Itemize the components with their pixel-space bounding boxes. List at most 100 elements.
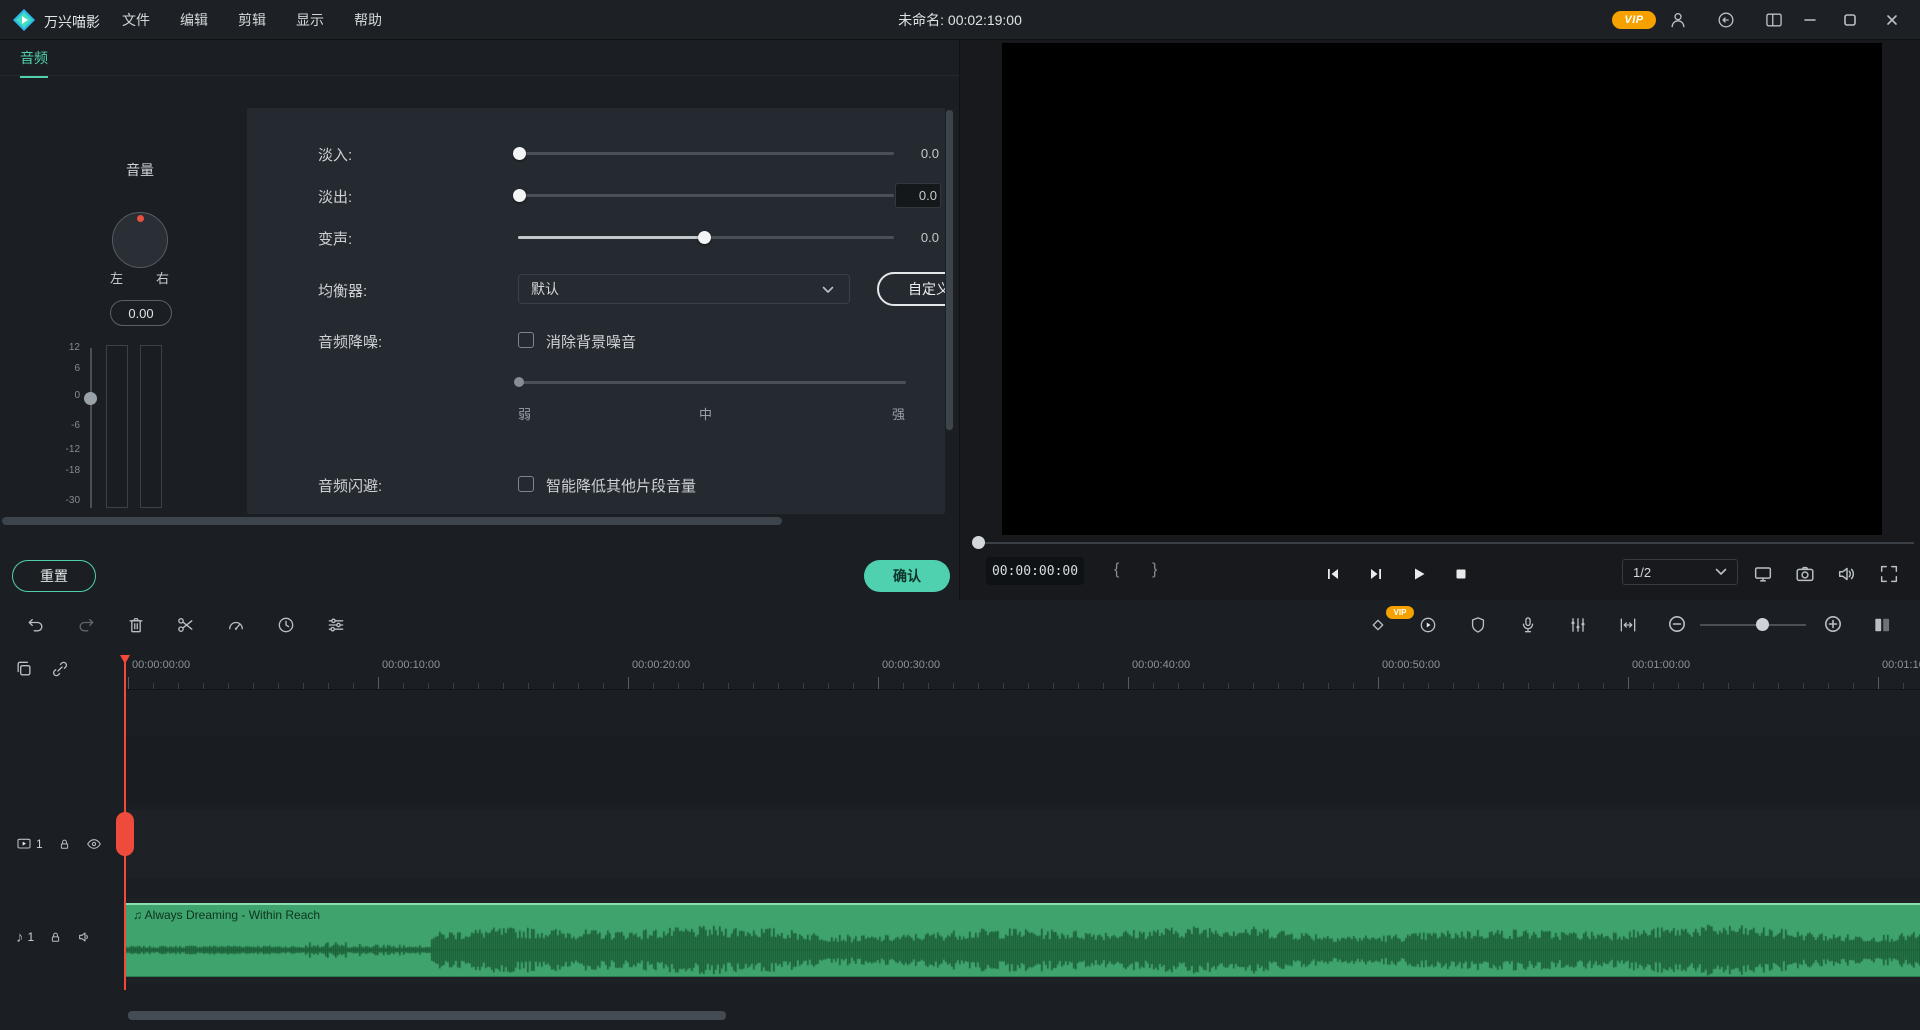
- speaker-icon[interactable]: [1836, 563, 1858, 585]
- zoom-out-icon[interactable]: [1668, 615, 1686, 633]
- volume-fader-handle[interactable]: [84, 392, 97, 405]
- timeline-ruler[interactable]: 00:00:00:00 00:00:10:00 00:00:20:00 00:0…: [125, 655, 1920, 690]
- next-frame-button[interactable]: [1367, 565, 1385, 583]
- previous-frame-button[interactable]: [1324, 565, 1342, 583]
- video-track-lane[interactable]: [125, 810, 1920, 878]
- voiceover-mic-icon[interactable]: [1518, 615, 1538, 635]
- display-device-icon[interactable]: [1752, 563, 1774, 585]
- link-icon[interactable]: [50, 659, 70, 679]
- ruler-label: 00:00:30:00: [882, 659, 940, 671]
- fade-in-slider[interactable]: [518, 152, 894, 155]
- menu-edit[interactable]: 编辑: [180, 10, 208, 30]
- delete-icon[interactable]: [126, 615, 146, 635]
- stop-button[interactable]: [1452, 565, 1470, 583]
- volume-knob[interactable]: [112, 212, 168, 268]
- denoise-weak-label: 弱: [518, 404, 531, 423]
- app-name: 万兴喵影: [44, 12, 100, 32]
- menu-file[interactable]: 文件: [122, 10, 150, 30]
- ruler-label: 00:00:40:00: [1132, 659, 1190, 671]
- properties-vertical-scrollbar[interactable]: [946, 110, 953, 430]
- track-manager-icon[interactable]: [1872, 615, 1892, 635]
- denoise-checkbox[interactable]: [518, 332, 534, 348]
- audio-clip[interactable]: ♫ Always Dreaming - Within Reach: [125, 903, 1920, 977]
- properties-horizontal-scrollbar[interactable]: [2, 517, 782, 525]
- video-track-icon: [16, 836, 32, 852]
- menu-help[interactable]: 帮助: [354, 10, 382, 30]
- copy-stack-icon[interactable]: [14, 659, 34, 679]
- empty-track-band: [125, 735, 1920, 805]
- close-button[interactable]: [1874, 0, 1910, 40]
- duration-clock-icon[interactable]: [276, 615, 296, 635]
- preview-seekbar[interactable]: [974, 542, 1914, 544]
- ruler-label: 00:01:00:00: [1632, 659, 1690, 671]
- denoise-slider[interactable]: [518, 381, 906, 384]
- equalizer-customize-button[interactable]: 自定义: [877, 272, 945, 306]
- denoise-handle[interactable]: [514, 377, 524, 387]
- feedback-icon[interactable]: [1716, 10, 1736, 30]
- workspace-layout-icon[interactable]: [1764, 10, 1784, 30]
- menu-clip[interactable]: 剪辑: [238, 10, 266, 30]
- speed-icon[interactable]: [226, 615, 246, 635]
- app-logo-icon: [12, 8, 36, 32]
- account-icon[interactable]: [1668, 10, 1688, 30]
- eye-icon[interactable]: [86, 836, 102, 852]
- equalizer-select[interactable]: 默认: [518, 274, 850, 304]
- adjust-sliders-icon[interactable]: [326, 615, 346, 635]
- keyframe-icon[interactable]: [1368, 615, 1388, 635]
- redo-icon[interactable]: [76, 615, 96, 635]
- timeline-horizontal-scrollbar[interactable]: [128, 1011, 726, 1020]
- undo-icon[interactable]: [26, 615, 46, 635]
- fader-scale-label: 6: [52, 363, 80, 374]
- split-scissors-icon[interactable]: [176, 615, 196, 635]
- confirm-button[interactable]: 确认: [864, 560, 950, 592]
- fullscreen-icon[interactable]: [1878, 563, 1900, 585]
- audio-mixer-icon[interactable]: [1568, 615, 1588, 635]
- mute-speaker-icon[interactable]: [77, 929, 93, 945]
- fader-scale-label: -18: [52, 465, 80, 476]
- play-button[interactable]: [1410, 565, 1428, 583]
- fader-scale-label: 0: [52, 390, 80, 401]
- render-preview-icon[interactable]: [1418, 615, 1438, 635]
- mark-in-button[interactable]: {: [1114, 561, 1119, 579]
- fade-out-value[interactable]: 0.0: [899, 188, 937, 203]
- preview-seek-handle[interactable]: [972, 536, 985, 549]
- playback-quality-select[interactable]: 1/2: [1622, 559, 1738, 585]
- app-window: 万兴喵影 文件 编辑 剪辑 显示 帮助 未命名: 00:02:19:00 VIP…: [0, 0, 1920, 1030]
- ducking-checkbox[interactable]: [518, 476, 534, 492]
- knob-indicator: [137, 215, 144, 222]
- timeline-zoom-slider[interactable]: [1700, 624, 1806, 626]
- vip-badge[interactable]: VIP: [1612, 11, 1656, 29]
- ruler-label: 00:00:10:00: [382, 659, 440, 671]
- balance-right-label: 右: [156, 268, 169, 287]
- panel-tabbar: [0, 40, 960, 76]
- vip-mini-badge: VIP: [1386, 606, 1414, 619]
- minimize-button[interactable]: [1792, 0, 1828, 40]
- marker-shield-icon[interactable]: [1468, 615, 1488, 635]
- tab-audio[interactable]: 音频: [20, 48, 48, 78]
- mark-out-button[interactable]: }: [1152, 561, 1157, 579]
- fade-in-value[interactable]: 0.0: [899, 146, 939, 161]
- maximize-button[interactable]: [1832, 0, 1868, 40]
- reset-button[interactable]: 重置: [12, 560, 96, 592]
- fade-in-handle[interactable]: [513, 147, 526, 160]
- lock-icon[interactable]: [48, 930, 63, 945]
- video-viewport[interactable]: [1002, 43, 1882, 535]
- fit-timeline-icon[interactable]: [1618, 615, 1638, 635]
- timeline-marker[interactable]: [116, 812, 134, 856]
- ruler-label: 00:00:00:00: [132, 659, 190, 671]
- fade-out-slider[interactable]: [518, 194, 894, 197]
- zoom-in-icon[interactable]: [1824, 615, 1842, 633]
- lock-icon[interactable]: [57, 837, 72, 852]
- playback-quality-value: 1/2: [1633, 565, 1651, 580]
- timeline-zoom-handle[interactable]: [1756, 618, 1769, 631]
- volume-value[interactable]: 0.00: [110, 300, 172, 326]
- pitch-label: 变声:: [318, 228, 352, 249]
- snapshot-camera-icon[interactable]: [1794, 563, 1816, 585]
- menu-view[interactable]: 显示: [296, 10, 324, 30]
- audio-track-icon: ♪: [16, 929, 24, 946]
- fader-scale-label: -12: [52, 444, 80, 455]
- video-track-number: 1: [36, 837, 43, 851]
- fade-out-handle[interactable]: [513, 189, 526, 202]
- pitch-handle[interactable]: [698, 231, 711, 244]
- pitch-value[interactable]: 0.0: [899, 230, 939, 245]
